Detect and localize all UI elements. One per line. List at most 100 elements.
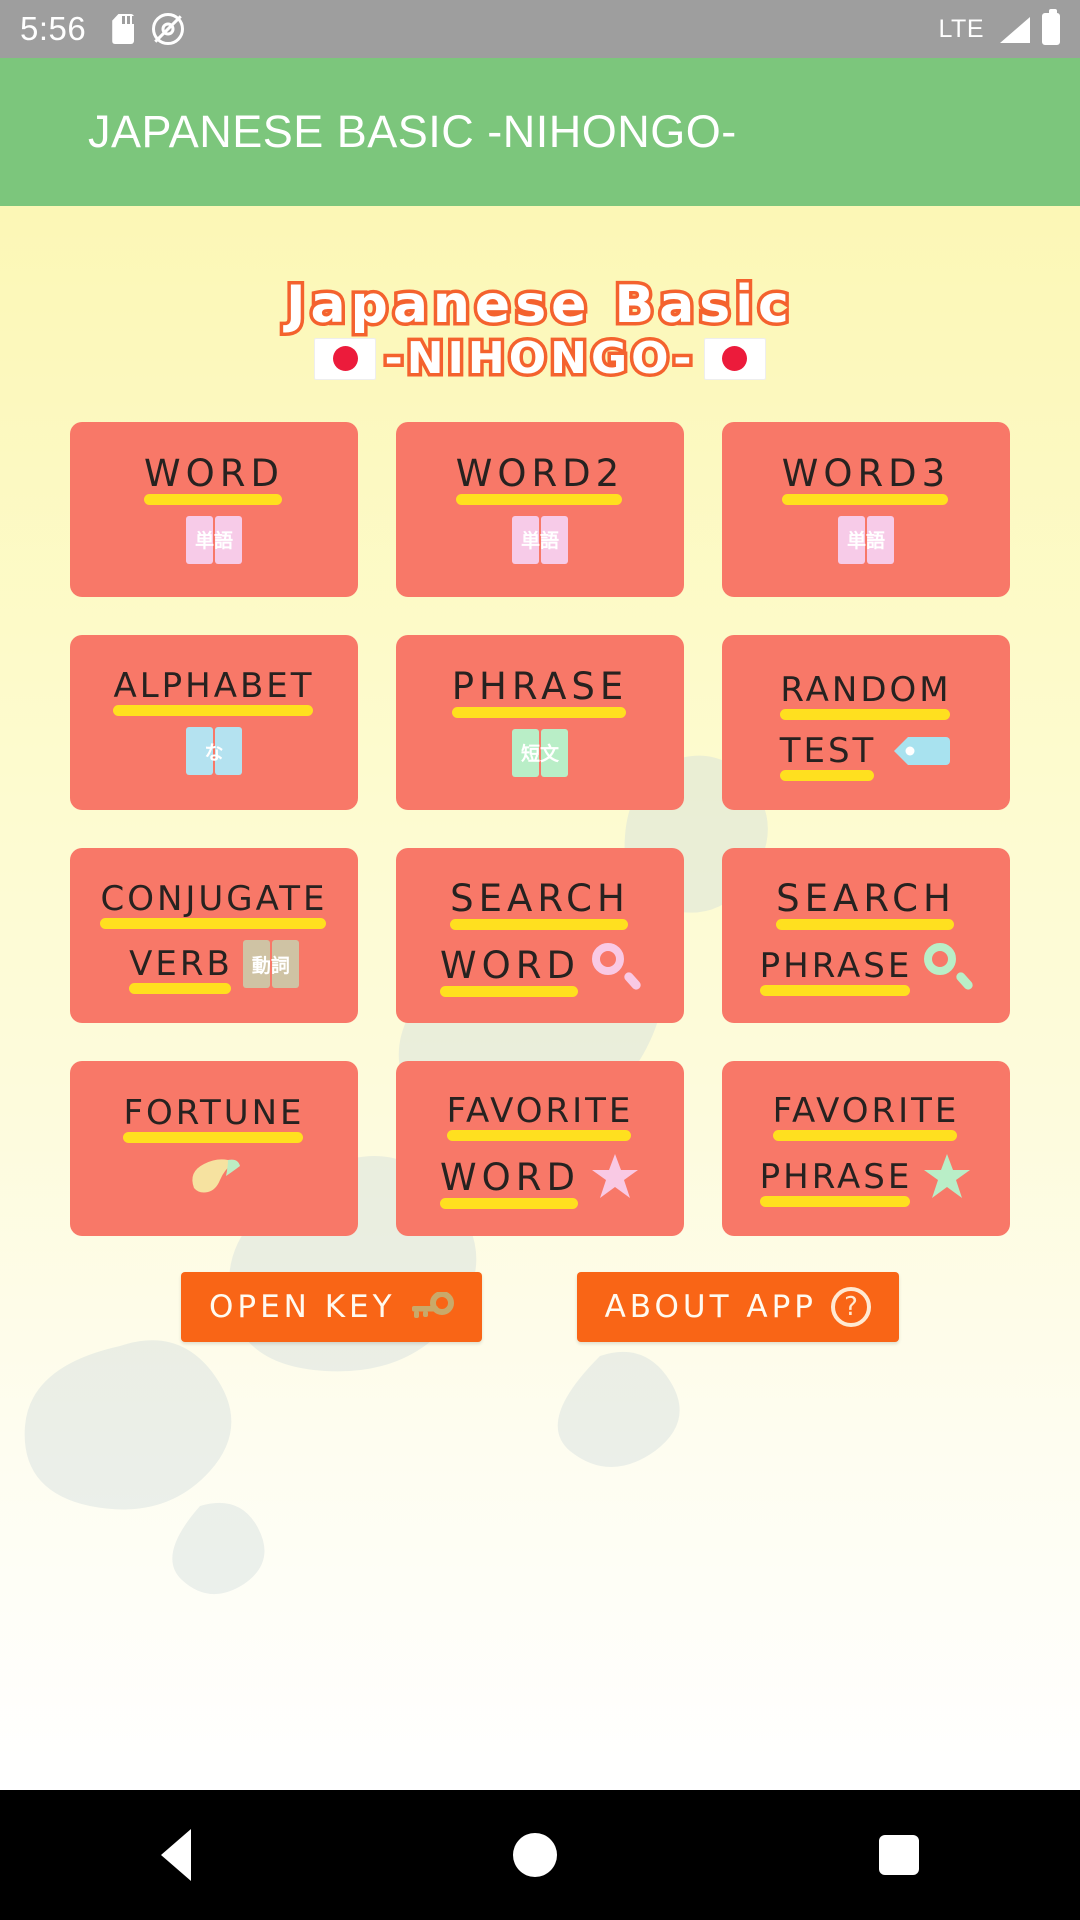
- app-bar: JAPANESE BASIC -NIHONGO-: [0, 58, 1080, 206]
- tile-word2-label: WORD2: [455, 451, 625, 495]
- tile-conjugate-verb[interactable]: CONJUGATE VERB 動詞: [70, 847, 358, 1023]
- tile-random-test-line2: TEST: [736, 731, 996, 782]
- tile-favorite-phrase-label-1: FAVORITE: [772, 1091, 960, 1132]
- tile-fortune-label: FORTUNE: [123, 1093, 305, 1134]
- tile-favorite-word[interactable]: FAVORITE WORD: [396, 1060, 684, 1236]
- underline: [455, 493, 623, 505]
- tile-word-label: WORD: [144, 451, 284, 495]
- tile-random-test-line1: RANDOM: [736, 673, 996, 721]
- underline: [446, 1130, 632, 1142]
- signal-icon: [996, 15, 1030, 43]
- open-key-button[interactable]: OPEN KEY: [181, 1271, 482, 1342]
- tile-favorite-phrase[interactable]: FAVORITE PHRASE: [722, 1060, 1010, 1236]
- back-button-icon[interactable]: [161, 1829, 191, 1881]
- home-button-icon[interactable]: [513, 1833, 557, 1877]
- tile-fortune-title-row: FORTUNE: [84, 1093, 344, 1144]
- green-book-icon: 短文: [512, 728, 568, 777]
- battery-icon: [1042, 9, 1060, 45]
- tan-book-icon: 動詞: [242, 940, 299, 989]
- underline: [451, 706, 627, 718]
- fortune-cookie-icon: [184, 1154, 244, 1200]
- tile-search-phrase-line1: SEARCH: [736, 880, 996, 930]
- tile-fortune[interactable]: FORTUNE: [70, 1060, 358, 1236]
- blue-book-icon: な: [186, 727, 242, 776]
- status-left-icons: [112, 13, 185, 45]
- tag-icon: [886, 731, 952, 771]
- tile-alphabet[interactable]: ALPHABET な: [70, 634, 358, 810]
- logo-line-1: Japanese Basic: [283, 274, 794, 335]
- tile-search-word-line1: SEARCH: [410, 876, 670, 930]
- tile-conjugate-verb-line1: CONJUGATE: [84, 879, 344, 930]
- book-icon-text: 短文: [520, 743, 559, 766]
- book-icon-text: な: [204, 741, 224, 764]
- tile-conjugate-verb-label-1: CONJUGATE: [100, 879, 328, 920]
- star-icon: [590, 1152, 640, 1202]
- open-key-label: OPEN KEY: [209, 1288, 396, 1325]
- network-type-label: LTE: [938, 14, 984, 43]
- underline: [781, 493, 949, 505]
- key-icon: [410, 1290, 454, 1322]
- bottom-button-row: OPEN KEY ABOUT APP ?: [70, 1271, 1010, 1342]
- underline: [113, 705, 313, 717]
- tile-word3-icon-row: 単語: [736, 515, 996, 564]
- status-bar: 5:56 LTE: [0, 0, 1080, 58]
- underline: [144, 493, 282, 505]
- tile-word2[interactable]: WORD2 単語: [396, 421, 684, 597]
- app-root: 5:56 LTE JAPANESE BASIC -NIHONGO- Japane…: [0, 0, 1080, 1920]
- tile-word-icon-row: 単語: [84, 515, 344, 564]
- tile-alphabet-label: ALPHABET: [113, 666, 315, 707]
- question-mark-icon: ?: [830, 1286, 871, 1327]
- underline: [100, 918, 326, 930]
- tile-alphabet-title-row: ALPHABET: [84, 666, 344, 717]
- app-logo: Japanese Basic -NIHONGO-: [0, 206, 1080, 385]
- tile-word2-icon-row: 単語: [410, 515, 670, 564]
- book-icon-text: 単語: [520, 530, 559, 553]
- tile-phrase-label: PHRASE: [451, 664, 629, 708]
- tile-word2-title-row: WORD2: [410, 451, 670, 505]
- underline: [780, 709, 950, 721]
- tile-phrase-title-row: PHRASE: [410, 664, 670, 718]
- tile-favorite-phrase-line1: FAVORITE: [736, 1091, 996, 1142]
- tile-phrase[interactable]: PHRASE 短文: [396, 634, 684, 810]
- tile-favorite-word-line1: FAVORITE: [410, 1091, 670, 1142]
- tile-word3-label: WORD3: [781, 451, 951, 495]
- logo-subtitle-text: -NIHONGO-: [381, 332, 696, 385]
- tile-search-word-line2: WORD: [410, 941, 670, 998]
- tile-search-word-label-1: SEARCH: [450, 876, 630, 920]
- tile-word3[interactable]: WORD3 単語: [722, 421, 1010, 597]
- do-not-disturb-icon: [152, 13, 185, 45]
- status-clock: 5:56: [20, 10, 87, 47]
- book-icon-text: 単語: [846, 530, 885, 553]
- recents-button-icon[interactable]: [879, 1835, 919, 1875]
- pink-book-icon: 単語: [186, 515, 242, 564]
- tile-random-test[interactable]: RANDOM TEST: [722, 634, 1010, 810]
- tile-favorite-word-label-1: FAVORITE: [446, 1091, 634, 1132]
- search-icon: [590, 941, 643, 992]
- about-app-button[interactable]: ABOUT APP ?: [576, 1271, 899, 1342]
- pink-book-icon: 単語: [838, 515, 894, 564]
- page-title: JAPANESE BASIC -NIHONGO-: [88, 106, 737, 157]
- tile-conjugate-verb-line2: VERB 動詞: [84, 940, 344, 995]
- japan-flag-icon-left: [314, 337, 377, 380]
- underline: [440, 1197, 578, 1209]
- tile-word[interactable]: WORD 単語: [70, 421, 358, 597]
- underline: [776, 918, 954, 930]
- status-right-icons: LTE: [938, 9, 1060, 45]
- about-app-label: ABOUT APP: [604, 1288, 817, 1325]
- tile-alphabet-icon-row: な: [84, 727, 344, 776]
- tile-search-phrase[interactable]: SEARCH PHRASE: [722, 847, 1010, 1023]
- tile-search-word[interactable]: SEARCH WORD: [396, 847, 684, 1023]
- main-content: Japanese Basic -NIHONGO- WORD 単語 WORD2 単…: [0, 206, 1080, 1790]
- search-icon: [922, 941, 975, 992]
- tile-word-title-row: WORD: [84, 451, 344, 505]
- underline: [772, 1130, 958, 1142]
- android-navigation-bar: [0, 1790, 1080, 1920]
- underline: [759, 984, 911, 996]
- tile-random-test-label-2: TEST: [779, 731, 877, 772]
- book-icon-text: 単語: [194, 530, 233, 553]
- sd-card-icon: [112, 14, 134, 44]
- tile-favorite-word-label-2: WORD: [440, 1155, 580, 1199]
- tile-search-word-label-2: WORD: [440, 944, 580, 988]
- tile-favorite-phrase-label-2: PHRASE: [759, 1157, 913, 1198]
- underline: [450, 918, 628, 930]
